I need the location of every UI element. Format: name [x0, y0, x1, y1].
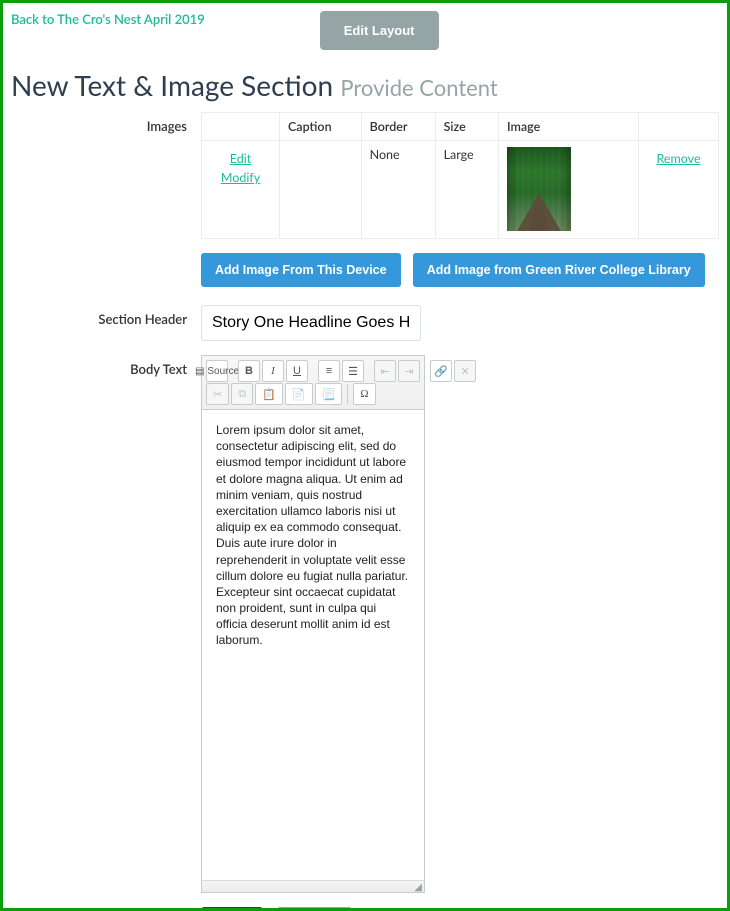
section-header-input[interactable] — [201, 305, 421, 341]
toolbar-cut-button[interactable]: ✂ — [206, 383, 229, 405]
col-caption: Caption — [280, 113, 362, 141]
document-icon: ▤ — [195, 366, 204, 377]
cell-border: None — [361, 141, 435, 239]
remove-image-link[interactable]: Remove — [647, 151, 710, 166]
images-table: Caption Border Size Image Edit Modify — [201, 112, 719, 239]
editor-toolbar: ▤ Source B I U ≡ ☰ ⇤ ⇥ 🔗 — [202, 356, 424, 410]
toolbar-special-char-button[interactable]: Ω — [353, 383, 375, 405]
indent-icon: ⇥ — [404, 365, 413, 378]
toolbar-ordered-list-button[interactable]: ≡ — [318, 360, 340, 382]
col-image: Image — [499, 113, 639, 141]
save-button[interactable]: Save — [201, 907, 263, 911]
toolbar-link-button[interactable]: 🔗 — [430, 360, 452, 382]
table-row: Edit Modify None Large Remove — [202, 141, 719, 239]
paste-text-icon: 📄 — [292, 388, 306, 401]
unlink-icon: ✕ — [460, 365, 469, 378]
page-title-subtitle: Provide Content — [340, 74, 497, 101]
editor-resize-handle[interactable] — [202, 880, 424, 892]
add-image-device-button[interactable]: Add Image From This Device — [201, 253, 401, 287]
toolbar-paste-button[interactable]: 📋 — [255, 383, 283, 405]
label-section-header: Section Header — [11, 305, 201, 341]
label-body-text: Body Text — [11, 355, 201, 893]
toolbar-copy-button[interactable]: ⧉ — [231, 383, 253, 405]
page-frame: Back to The Cro's Nest April 2019 Edit L… — [0, 0, 730, 911]
toolbar-source-label: Source — [207, 366, 239, 377]
toolbar-underline-button[interactable]: U — [286, 360, 308, 382]
ordered-list-icon: ≡ — [326, 365, 332, 377]
col-size: Size — [435, 113, 498, 141]
toolbar-unlink-button[interactable]: ✕ — [454, 360, 476, 382]
page-title: New Text & Image Section Provide Content — [11, 68, 719, 102]
modify-image-link[interactable]: Modify — [210, 170, 271, 185]
unordered-list-icon: ☰ — [348, 365, 358, 378]
toolbar-source-button[interactable]: ▤ Source — [206, 360, 228, 382]
cell-caption — [280, 141, 362, 239]
outdent-icon: ⇤ — [380, 365, 389, 378]
cut-icon: ✂ — [213, 388, 222, 401]
add-image-library-button[interactable]: Add Image from Green River College Libra… — [413, 253, 705, 287]
col-border: Border — [361, 113, 435, 141]
editor-body[interactable]: Lorem ipsum dolor sit amet, consectetur … — [202, 410, 424, 880]
page-title-main: New Text & Image Section — [11, 68, 333, 102]
cell-size: Large — [435, 141, 498, 239]
copy-icon: ⧉ — [238, 388, 246, 401]
cancel-button[interactable]: Cancel — [277, 907, 352, 911]
toolbar-outdent-button[interactable]: ⇤ — [374, 360, 396, 382]
toolbar-bold-button[interactable]: B — [238, 360, 260, 382]
back-link[interactable]: Back to The Cro's Nest April 2019 — [11, 11, 205, 27]
edit-layout-button[interactable]: Edit Layout — [320, 11, 439, 50]
cell-image — [499, 141, 639, 239]
rich-text-editor: ▤ Source B I U ≡ ☰ ⇤ ⇥ 🔗 — [201, 355, 425, 893]
image-thumbnail — [507, 147, 571, 231]
edit-image-link[interactable]: Edit — [210, 151, 271, 166]
paste-icon: 📋 — [262, 388, 276, 401]
label-images: Images — [11, 112, 201, 239]
toolbar-paste-word-button[interactable]: 📃 — [315, 383, 343, 405]
toolbar-separator — [347, 384, 348, 404]
link-icon: 🔗 — [434, 365, 448, 378]
toolbar-indent-button[interactable]: ⇥ — [398, 360, 420, 382]
toolbar-unordered-list-button[interactable]: ☰ — [342, 360, 364, 382]
paste-word-icon: 📃 — [322, 388, 336, 401]
toolbar-paste-text-button[interactable]: 📄 — [285, 383, 313, 405]
toolbar-italic-button[interactable]: I — [262, 360, 284, 382]
table-header-row: Caption Border Size Image — [202, 113, 719, 141]
